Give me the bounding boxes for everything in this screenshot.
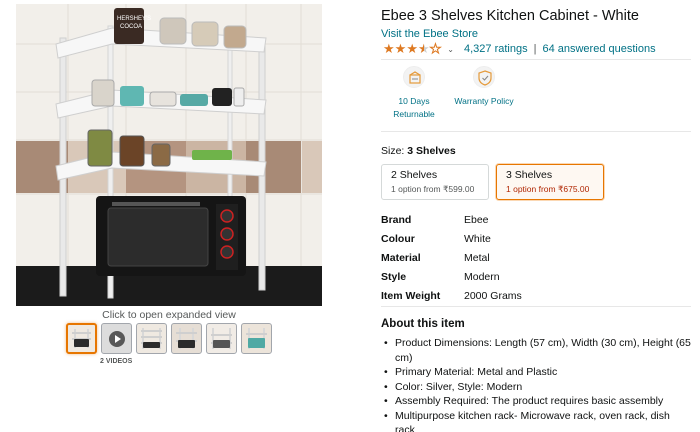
spec-key: Item Weight (381, 289, 441, 302)
thumbnail-image[interactable] (136, 323, 167, 354)
spec-row-item-weight: Item Weight 2000 Grams (381, 286, 522, 305)
size-option-price: 1 option from ₹675.00 (506, 184, 590, 194)
thumbnail-image[interactable] (66, 323, 97, 354)
spec-key: Colour (381, 232, 415, 245)
thumbnail-video[interactable] (101, 323, 132, 354)
badge-line1: 10 Days (398, 96, 430, 106)
jar-label-text: HERSHEY'S (117, 16, 151, 22)
spec-row-style: Style Modern (381, 267, 522, 286)
divider (381, 131, 691, 132)
about-bullet: Product Dimensions: Length (57 cm), Widt… (381, 336, 691, 365)
ratings-count-link[interactable]: 4,327 ratings (464, 43, 528, 55)
spec-table: Brand Ebee Colour White Material Metal S… (381, 210, 522, 305)
spec-key: Style (381, 270, 407, 283)
main-product-image[interactable]: HERSHEY'S COCOA (16, 4, 322, 306)
badge-line1: Warranty Policy (454, 96, 514, 106)
returnable-badge[interactable]: 10 Days Returnable (389, 66, 439, 121)
spec-value: Ebee (464, 213, 489, 226)
chevron-down-icon[interactable]: ⌄ (447, 45, 454, 54)
about-item-bullets: Product Dimensions: Length (57 cm), Widt… (381, 336, 691, 432)
jar-label-text: COCOA (120, 24, 142, 30)
divider (381, 306, 691, 307)
expand-image-hint: Click to open expanded view (102, 309, 236, 321)
thumbnail-image[interactable] (241, 323, 272, 354)
spec-value: Modern (464, 270, 500, 283)
about-bullet: Assembly Required: The product requires … (381, 394, 691, 409)
return-box-icon (403, 66, 425, 88)
star-full-icon: ★ (383, 41, 395, 56)
spec-row-colour: Colour White (381, 229, 522, 248)
size-label-text: Size: (381, 145, 405, 157)
about-bullet: Color: Silver, Style: Modern (381, 380, 691, 395)
star-full-icon: ★ (394, 41, 407, 56)
star-half-icon: ★ (417, 41, 430, 56)
size-option-2-shelves[interactable]: 2 Shelves 1 option from ₹599.00 (381, 164, 489, 200)
spec-value: White (464, 232, 491, 245)
spec-key: Brand (381, 213, 412, 226)
thumbnail-image[interactable] (171, 323, 202, 354)
kitchen-rack-photo: HERSHEY'S COCOA (16, 4, 322, 306)
star-full-icon: ★ (406, 41, 418, 56)
spec-key: Material (381, 251, 421, 264)
size-option-name: 3 Shelves (506, 169, 553, 181)
about-item-heading: About this item (381, 318, 465, 330)
warranty-badge[interactable]: Warranty Policy (445, 66, 523, 108)
size-selected-value: 3 Shelves (407, 145, 456, 157)
size-option-name: 2 Shelves (391, 169, 438, 181)
separator: | (533, 43, 537, 55)
star-rating[interactable]: ★ ★ ★ ★ ★ (383, 41, 442, 57)
store-link[interactable]: Visit the Ebee Store (381, 28, 478, 40)
spec-row-brand: Brand Ebee (381, 210, 522, 229)
size-label: Size: 3 Shelves (381, 145, 456, 157)
play-icon (108, 330, 125, 347)
badge-line2: Returnable (393, 109, 435, 119)
spec-value: Metal (464, 251, 490, 264)
spec-value: 2000 Grams (464, 289, 522, 302)
divider (381, 59, 691, 60)
size-option-3-shelves[interactable]: 3 Shelves 1 option from ₹675.00 (496, 164, 604, 200)
shield-check-icon (473, 66, 495, 88)
about-bullet: Multipurpose kitchen rack- Microwave rac… (381, 409, 691, 432)
star-empty-icon: ★ (429, 41, 442, 57)
videos-count-label: 2 VIDEOS (100, 358, 133, 365)
product-title: Ebee 3 Shelves Kitchen Cabinet - White (381, 8, 639, 24)
spec-row-material: Material Metal (381, 248, 522, 267)
thumbnail-image[interactable] (206, 323, 237, 354)
about-bullet: Primary Material: Metal and Plastic (381, 365, 691, 380)
rating-row: ★ ★ ★ ★ ★ ⌄ 4,327 ratings | 64 answered … (383, 41, 656, 57)
thumbnail-strip (66, 323, 272, 354)
answered-questions-link[interactable]: 64 answered questions (542, 43, 655, 55)
size-option-price: 1 option from ₹599.00 (391, 184, 475, 194)
